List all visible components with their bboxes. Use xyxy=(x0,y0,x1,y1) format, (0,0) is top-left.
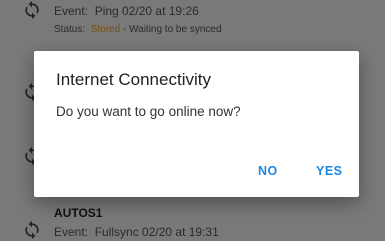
no-button[interactable]: NO xyxy=(258,164,278,178)
dialog-title: Internet Connectivity xyxy=(56,70,211,89)
internet-connectivity-dialog: Internet Connectivity Do you want to go … xyxy=(34,51,359,197)
yes-button[interactable]: YES xyxy=(316,164,343,178)
dialog-message: Do you want to go online now? xyxy=(56,104,241,119)
